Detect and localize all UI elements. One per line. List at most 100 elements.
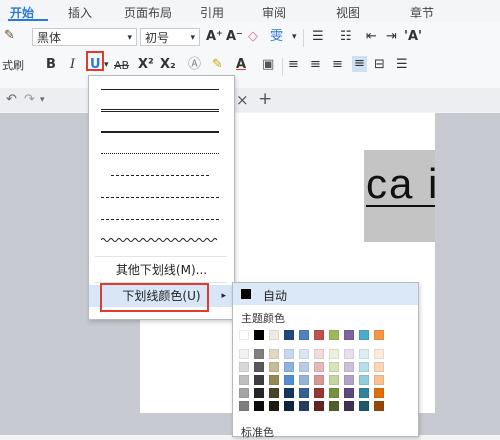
theme-shade-swatch[interactable] [299,388,309,398]
grow-font-button[interactable]: A⁺ [206,29,223,45]
text-effect-icon[interactable]: Ⓐ [188,57,201,73]
theme-color-swatch[interactable] [299,330,309,340]
theme-shade-swatch[interactable] [239,375,249,385]
font-name-select[interactable]: 黑体 ▾ [32,28,137,46]
theme-color-swatch[interactable] [269,330,279,340]
theme-shade-swatch[interactable] [329,349,339,359]
theme-color-swatch[interactable] [374,330,384,340]
phonetic-guide-button[interactable]: 雯 [270,29,283,45]
theme-shade-swatch[interactable] [254,388,264,398]
theme-shade-swatch[interactable] [239,362,249,372]
theme-shade-swatch[interactable] [359,388,369,398]
theme-shade-swatch[interactable] [359,375,369,385]
tab-page-layout[interactable]: 页面布局 [124,4,172,21]
underline-option-dash-dot[interactable] [97,188,223,206]
undo-icon[interactable]: ↶ [6,92,17,108]
theme-shade-swatch[interactable] [254,401,264,411]
theme-color-swatch[interactable] [329,330,339,340]
theme-shade-swatch[interactable] [239,401,249,411]
document-text[interactable]: ca i [366,160,439,208]
decrease-indent-icon[interactable]: ⇤ [366,29,377,45]
justify-icon[interactable]: ≡ [352,56,367,72]
theme-shade-swatch[interactable] [374,401,384,411]
theme-shade-swatch[interactable] [299,349,309,359]
theme-shade-swatch[interactable] [269,375,279,385]
theme-shade-swatch[interactable] [374,375,384,385]
theme-color-swatch[interactable] [284,330,294,340]
underline-option-dotted[interactable] [97,144,223,162]
distributed-align-icon[interactable]: ⊟ [374,57,385,73]
chevron-down-icon[interactable]: ▾ [40,92,45,108]
theme-shade-swatch[interactable] [254,349,264,359]
close-tab-icon[interactable]: × [236,92,249,108]
theme-shade-swatch[interactable] [344,401,354,411]
theme-shade-swatch[interactable] [284,362,294,372]
theme-shade-swatch[interactable] [359,401,369,411]
theme-shade-swatch[interactable] [254,362,264,372]
theme-shade-swatch[interactable] [359,349,369,359]
theme-shade-swatch[interactable] [314,388,324,398]
underline-option-dash-dot-dot[interactable] [97,210,223,228]
tab-review[interactable]: 审阅 [262,4,286,21]
tab-view[interactable]: 视图 [336,4,360,21]
shrink-font-button[interactable]: A⁻ [226,29,243,45]
underline-option-thick[interactable] [97,122,223,140]
tab-insert[interactable]: 插入 [68,4,92,21]
theme-color-swatch[interactable] [239,330,249,340]
theme-shade-swatch[interactable] [329,401,339,411]
format-painter-icon[interactable]: ✎ [4,28,15,44]
align-center-icon[interactable]: ≡ [310,57,321,73]
other-underline-item[interactable]: 其他下划线(M)... [89,259,234,281]
theme-shade-swatch[interactable] [299,401,309,411]
font-color-button[interactable]: A [236,57,246,73]
theme-shade-swatch[interactable] [329,388,339,398]
theme-shade-swatch[interactable] [314,362,324,372]
theme-shade-swatch[interactable] [314,375,324,385]
increase-indent-icon[interactable]: ⇥ [386,29,397,45]
tab-references[interactable]: 引用 [200,4,224,21]
theme-shade-swatch[interactable] [329,375,339,385]
character-shading-icon[interactable]: ▣ [262,57,274,73]
theme-shade-swatch[interactable] [344,375,354,385]
theme-shade-swatch[interactable] [269,388,279,398]
font-size-select[interactable]: 初号 ▾ [140,28,200,46]
chevron-down-icon[interactable]: ▾ [292,29,297,45]
clear-format-button[interactable]: ◇ [248,29,258,45]
theme-shade-swatch[interactable] [269,362,279,372]
tab-chapter[interactable]: 章节 [410,4,434,21]
theme-shade-swatch[interactable] [284,401,294,411]
underline-option-single[interactable] [97,80,223,98]
underline-option-dashed[interactable] [97,166,223,184]
numbered-list-icon[interactable]: ☷ [340,29,352,45]
theme-shade-swatch[interactable] [239,349,249,359]
new-tab-icon[interactable]: + [258,91,272,108]
theme-shade-swatch[interactable] [284,375,294,385]
theme-shade-swatch[interactable] [299,375,309,385]
align-right-icon[interactable]: ≡ [332,57,343,73]
theme-shade-swatch[interactable] [374,388,384,398]
theme-shade-swatch[interactable] [314,349,324,359]
theme-shade-swatch[interactable] [269,401,279,411]
strikethrough-button[interactable]: AB [114,58,129,74]
bullet-list-icon[interactable]: ☰ [312,29,324,45]
italic-button[interactable]: I [70,57,75,73]
underline-option-wave[interactable] [97,232,223,250]
auto-color-row[interactable]: 自动 [233,283,418,305]
highlight-color-icon[interactable]: ✎ [212,57,223,73]
redo-icon[interactable]: ↷ [24,92,35,108]
line-spacing-icon[interactable]: ☰ [396,57,408,73]
theme-shade-swatch[interactable] [344,349,354,359]
theme-shade-swatch[interactable] [284,349,294,359]
theme-shade-swatch[interactable] [344,362,354,372]
theme-shade-swatch[interactable] [239,388,249,398]
align-left-icon[interactable]: ≡ [288,57,299,73]
theme-color-swatch[interactable] [314,330,324,340]
more-text-tools-button[interactable]: 'A' [404,29,422,45]
theme-color-swatch[interactable] [359,330,369,340]
theme-shade-swatch[interactable] [314,401,324,411]
theme-shade-swatch[interactable] [254,375,264,385]
theme-shade-swatch[interactable] [359,362,369,372]
subscript-button[interactable]: X₂ [160,57,176,73]
theme-shade-swatch[interactable] [329,362,339,372]
underline-dropdown-arrow[interactable]: ▾ [104,57,109,73]
